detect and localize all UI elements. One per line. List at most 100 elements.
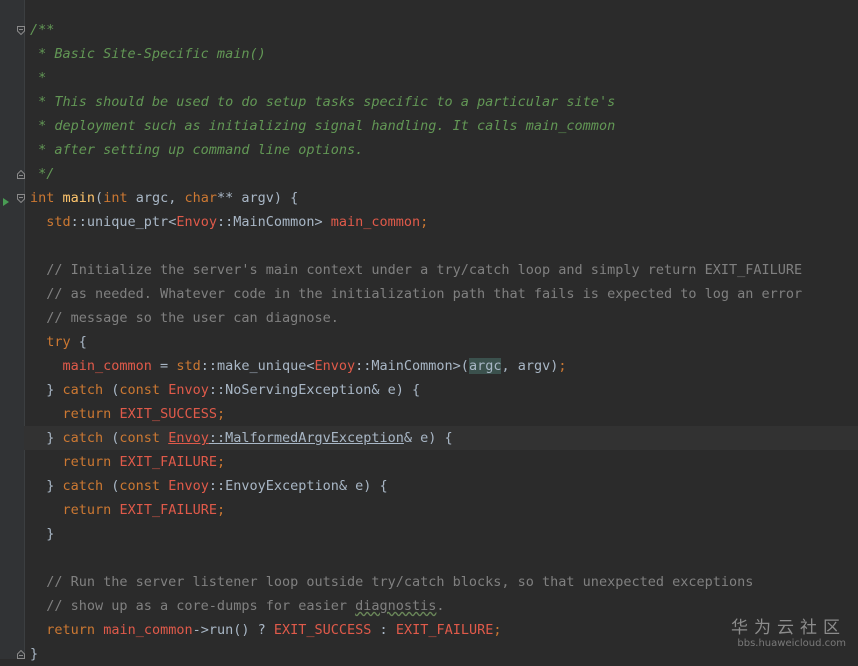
code-token: diagnostis bbox=[355, 598, 437, 614]
code-token: ; bbox=[216, 502, 226, 518]
code-token: int bbox=[103, 190, 128, 206]
code-line[interactable]: /** bbox=[30, 18, 858, 42]
code-token: std bbox=[176, 358, 201, 374]
code-token: } bbox=[30, 478, 63, 494]
code-line[interactable]: return EXIT_SUCCESS; bbox=[30, 402, 858, 426]
code-line[interactable] bbox=[30, 234, 858, 258]
code-editor[interactable]: /** * Basic Site-Specific main() * * Thi… bbox=[24, 18, 858, 666]
code-token: ->run() ? bbox=[192, 622, 274, 638]
code-line[interactable]: * deployment such as initializing signal… bbox=[30, 114, 858, 138]
code-token: ; bbox=[558, 358, 567, 374]
watermark-url: bbs.huaweicloud.com bbox=[737, 638, 846, 649]
code-line[interactable]: } catch (const Envoy::MalformedArgvExcep… bbox=[24, 426, 858, 450]
watermark: 华为云社区 bbs.huaweicloud.com bbox=[731, 613, 846, 649]
code-token: } bbox=[30, 430, 63, 446]
code-token: try bbox=[46, 334, 71, 350]
code-token: catch bbox=[62, 382, 104, 398]
code-line[interactable]: // Initialize the server's main context … bbox=[30, 258, 858, 282]
code-line[interactable] bbox=[30, 546, 858, 570]
code-line[interactable]: std::unique_ptr<Envoy::MainCommon> main_… bbox=[30, 210, 858, 234]
code-token: argc bbox=[468, 358, 502, 374]
code-token: // Run the server listener loop outside … bbox=[30, 574, 754, 590]
code-token: return bbox=[62, 406, 112, 422]
run-arrow-icon[interactable] bbox=[2, 194, 10, 206]
code-token: ; bbox=[493, 622, 502, 638]
code-line[interactable]: * This should be used to do setup tasks … bbox=[30, 90, 858, 114]
code-token: /** bbox=[30, 22, 55, 38]
code-line[interactable]: * after setting up command line options. bbox=[30, 138, 858, 162]
code-token: ::make_unique< bbox=[200, 358, 315, 374]
fold-collapse-icon[interactable] bbox=[17, 194, 25, 203]
code-token: EXIT_SUCCESS bbox=[273, 622, 372, 638]
code-token: return bbox=[46, 622, 96, 638]
code-token: main_common bbox=[103, 622, 193, 638]
code-token: EXIT_FAILURE bbox=[119, 502, 217, 518]
code-line[interactable]: // message so the user can diagnose. bbox=[30, 306, 858, 330]
code-token: return bbox=[62, 454, 112, 470]
code-line[interactable]: try { bbox=[30, 330, 858, 354]
code-token: } bbox=[30, 646, 39, 662]
fold-expand-icon[interactable] bbox=[17, 650, 25, 659]
code-token: * after setting up command line options. bbox=[30, 142, 364, 158]
code-token: EXIT_FAILURE bbox=[395, 622, 494, 638]
code-token: ::NoServingException& e) { bbox=[208, 382, 421, 398]
code-line[interactable]: * bbox=[30, 66, 858, 90]
code-token: main_common bbox=[330, 214, 421, 230]
fold-collapse-icon[interactable] bbox=[17, 26, 25, 35]
code-token: const bbox=[119, 382, 161, 398]
code-token: EXIT_FAILURE bbox=[119, 454, 217, 470]
code-token: ( bbox=[103, 478, 120, 494]
code-line[interactable]: * Basic Site-Specific main() bbox=[30, 42, 858, 66]
code-line[interactable]: return EXIT_FAILURE; bbox=[30, 450, 858, 474]
code-token: main bbox=[62, 190, 96, 206]
code-token: ::EnvoyException& e) { bbox=[208, 478, 388, 494]
code-token: Envoy bbox=[176, 214, 217, 230]
code-token: catch bbox=[62, 430, 104, 446]
code-line[interactable]: */ bbox=[30, 162, 858, 186]
watermark-title: 华为云社区 bbox=[731, 618, 846, 638]
code-token: ::MainCommon> bbox=[216, 214, 331, 230]
code-token: int bbox=[30, 190, 55, 206]
code-token: std bbox=[46, 214, 71, 230]
fold-expand-icon[interactable] bbox=[17, 170, 25, 179]
code-token: } bbox=[30, 526, 55, 542]
code-token: ; bbox=[216, 406, 226, 422]
code-token: & e) { bbox=[403, 430, 453, 446]
code-line[interactable]: main_common = std::make_unique<Envoy::Ma… bbox=[30, 354, 858, 378]
editor-gutter bbox=[0, 0, 25, 659]
code-token: Envoy bbox=[168, 430, 209, 446]
code-token: EXIT_SUCCESS bbox=[119, 406, 217, 422]
code-token: main_common bbox=[62, 358, 152, 374]
code-token: { bbox=[70, 334, 87, 350]
code-line[interactable]: } bbox=[30, 522, 858, 546]
code-token: // Initialize the server's main context … bbox=[30, 262, 803, 278]
code-token: const bbox=[119, 430, 161, 446]
code-line[interactable]: int main(int argc, char** argv) { bbox=[30, 186, 858, 210]
code-line[interactable]: // Run the server listener loop outside … bbox=[30, 570, 858, 594]
code-token: * This should be used to do setup tasks … bbox=[30, 94, 616, 110]
code-token: MalformedArgvException bbox=[225, 430, 404, 446]
code-token: const bbox=[119, 478, 161, 494]
code-token: ** argv) { bbox=[217, 190, 299, 206]
code-token: catch bbox=[62, 478, 104, 494]
code-token: Envoy bbox=[168, 478, 209, 494]
code-token: */ bbox=[30, 166, 55, 182]
code-line[interactable]: } catch (const Envoy::NoServingException… bbox=[30, 378, 858, 402]
code-token: :: bbox=[208, 430, 226, 446]
code-token: * bbox=[30, 70, 47, 86]
code-token: * deployment such as initializing signal… bbox=[30, 118, 616, 134]
code-line[interactable]: return EXIT_FAILURE; bbox=[30, 498, 858, 522]
code-token: Envoy bbox=[168, 382, 209, 398]
code-line[interactable]: // as needed. Whatever code in the initi… bbox=[30, 282, 858, 306]
code-token: ; bbox=[216, 454, 226, 470]
code-line[interactable]: } catch (const Envoy::EnvoyException& e)… bbox=[30, 474, 858, 498]
